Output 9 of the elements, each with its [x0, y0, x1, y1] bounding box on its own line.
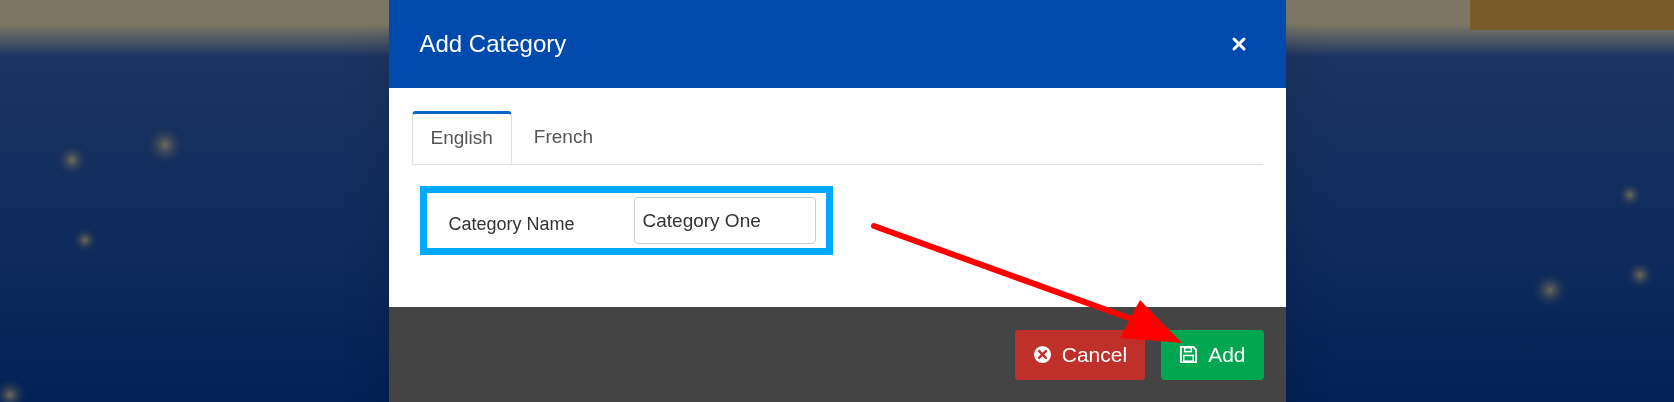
save-icon [1179, 345, 1199, 364]
tab[interactable]: French [511, 111, 615, 164]
input-field[interactable]: Category One [633, 197, 816, 244]
cancel-icon [1032, 345, 1052, 364]
cancel-button[interactable]: Cancel [1014, 329, 1146, 380]
close-icon[interactable] [1230, 36, 1247, 52]
dialog-title: Add Category [419, 29, 567, 59]
tab[interactable]: English [411, 111, 512, 164]
field-label: Category Name [448, 213, 576, 236]
